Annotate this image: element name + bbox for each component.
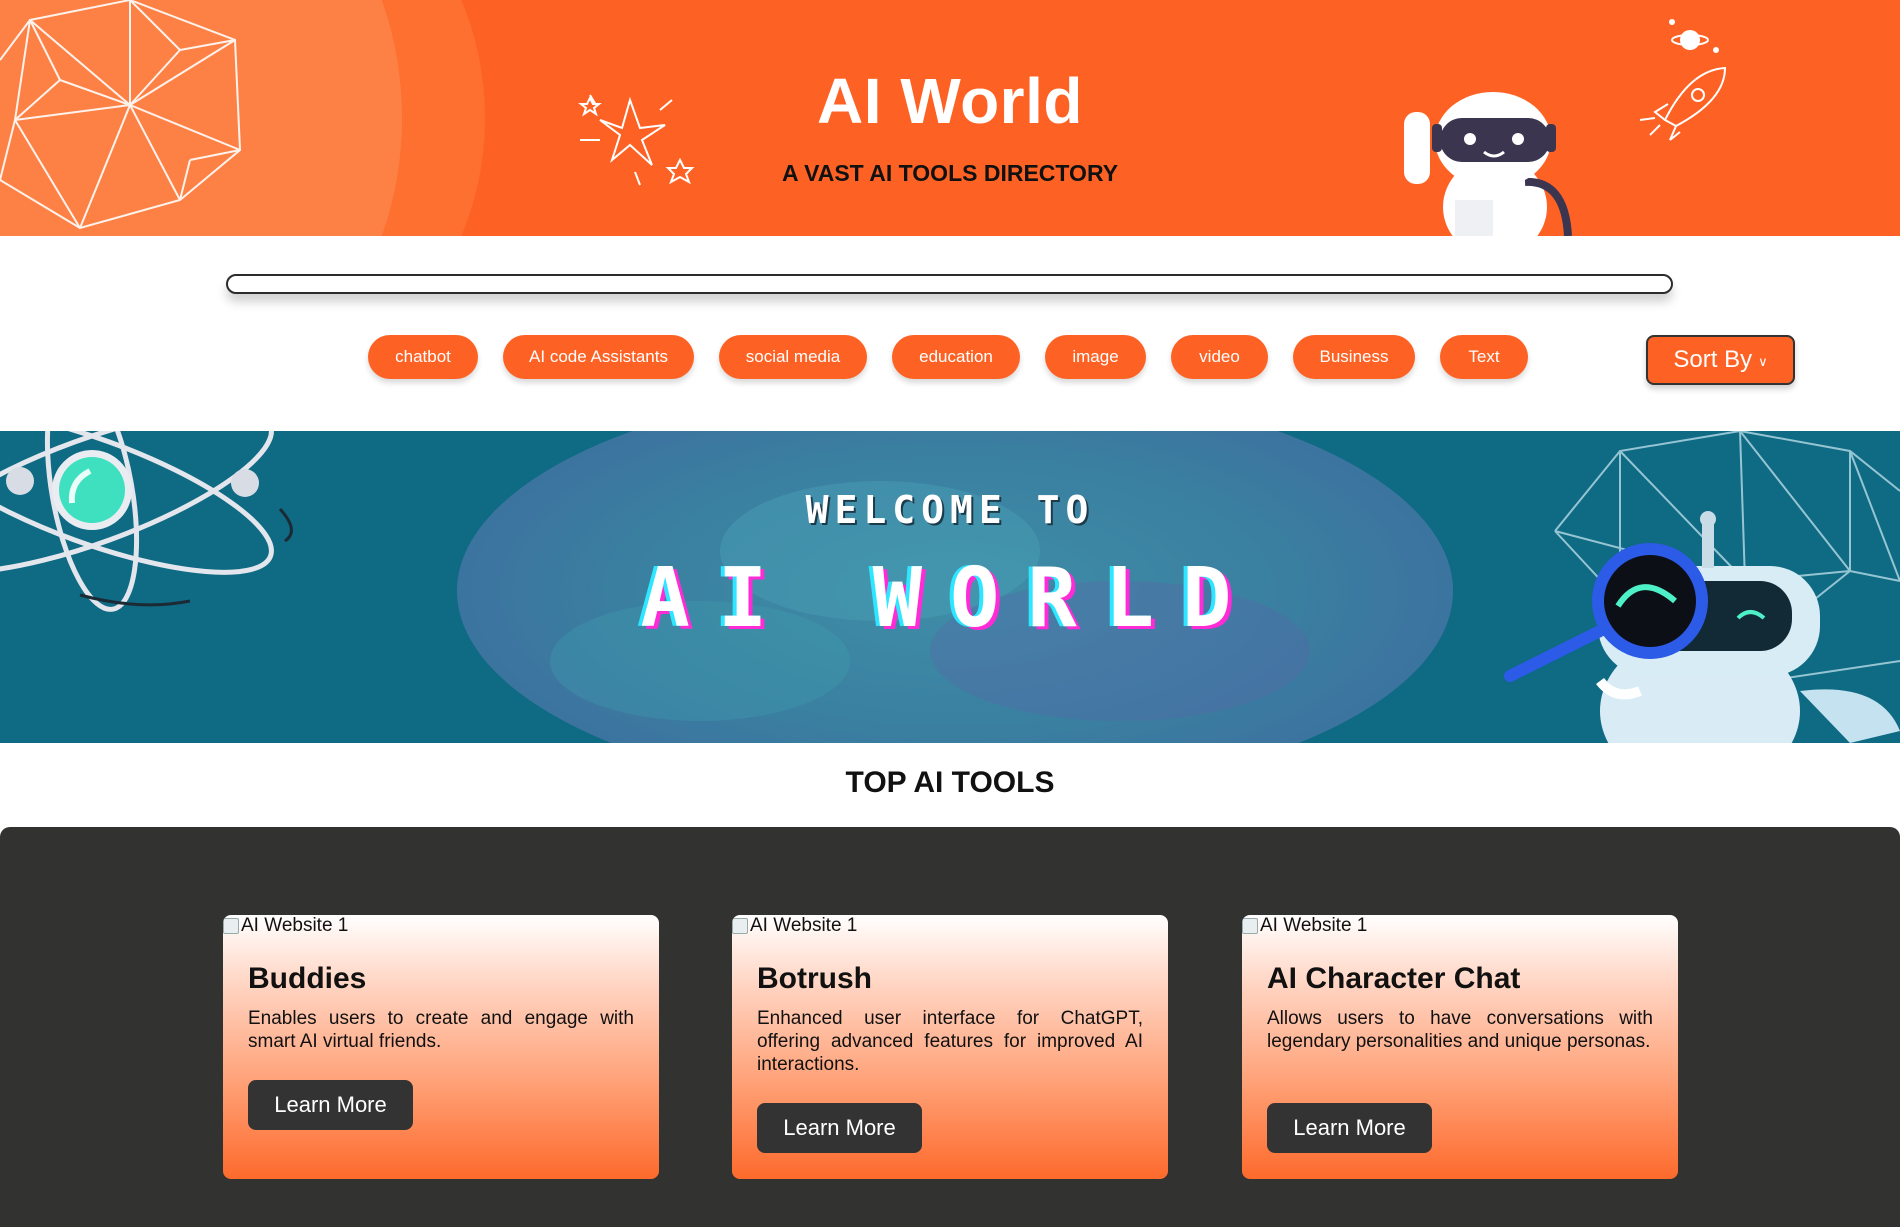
banner-headline: AI WORLD bbox=[640, 551, 1260, 646]
tool-card: AI Website 1 Buddies Enables users to cr… bbox=[223, 915, 659, 1179]
section-title-top-ai-tools: TOP AI TOOLS bbox=[845, 766, 1055, 799]
category-chip-business[interactable]: Business bbox=[1293, 335, 1415, 379]
site-header: AI World A VAST AI TOOLS DIRECTORY bbox=[0, 0, 1900, 236]
site-subtitle: A VAST AI TOOLS DIRECTORY bbox=[781, 160, 1119, 186]
broken-image-icon bbox=[223, 918, 239, 934]
tool-image-alt: AI Website 1 bbox=[241, 915, 349, 936]
category-chip-education[interactable]: education bbox=[892, 335, 1020, 379]
banner-welcome-text: WELCOME TO bbox=[805, 488, 1095, 532]
category-chip-text[interactable]: Text bbox=[1440, 335, 1528, 379]
category-chip-social-media[interactable]: social media bbox=[719, 335, 867, 379]
tool-image-alt: AI Website 1 bbox=[750, 915, 858, 936]
category-chip-image[interactable]: image bbox=[1045, 335, 1146, 379]
tool-description: Enables users to create and engage with … bbox=[248, 1008, 634, 1052]
broken-image-icon bbox=[1242, 918, 1258, 934]
tool-name: Botrush bbox=[757, 962, 872, 995]
tool-image: AI Website 1 bbox=[223, 915, 348, 937]
learn-more-button[interactable]: Learn More bbox=[1267, 1103, 1432, 1153]
tool-description: Allows users to have conversations with … bbox=[1267, 1008, 1653, 1052]
broken-image-icon bbox=[732, 918, 748, 934]
search-input[interactable] bbox=[226, 274, 1673, 294]
learn-more-button[interactable]: Learn More bbox=[248, 1080, 413, 1130]
planet-icon bbox=[1669, 19, 1719, 53]
tool-image: AI Website 1 bbox=[732, 915, 857, 937]
tool-name: Buddies bbox=[248, 962, 367, 995]
category-chip-chatbot[interactable]: chatbot bbox=[368, 335, 478, 379]
tool-card: AI Website 1 Botrush Enhanced user inter… bbox=[732, 915, 1168, 1179]
learn-more-button[interactable]: Learn More bbox=[757, 1103, 922, 1153]
tool-image-alt: AI Website 1 bbox=[1260, 915, 1368, 936]
welcome-banner: WELCOME TO AI WORLD bbox=[0, 431, 1900, 743]
category-chip-video[interactable]: video bbox=[1171, 335, 1268, 379]
sort-by-label: Sort By bbox=[1673, 346, 1753, 373]
chevron-down-icon: ∨ bbox=[1758, 354, 1768, 369]
tool-card: AI Website 1 AI Character Chat Allows us… bbox=[1242, 915, 1678, 1179]
tool-name: AI Character Chat bbox=[1267, 962, 1521, 995]
site-title: AI World bbox=[817, 65, 1083, 137]
category-chip-ai-code-assistants[interactable]: AI code Assistants bbox=[503, 335, 694, 379]
tool-image: AI Website 1 bbox=[1242, 915, 1367, 937]
tool-description: Enhanced user interface for ChatGPT, off… bbox=[757, 1008, 1143, 1075]
sort-by-button[interactable]: Sort By ∨ bbox=[1646, 335, 1795, 385]
